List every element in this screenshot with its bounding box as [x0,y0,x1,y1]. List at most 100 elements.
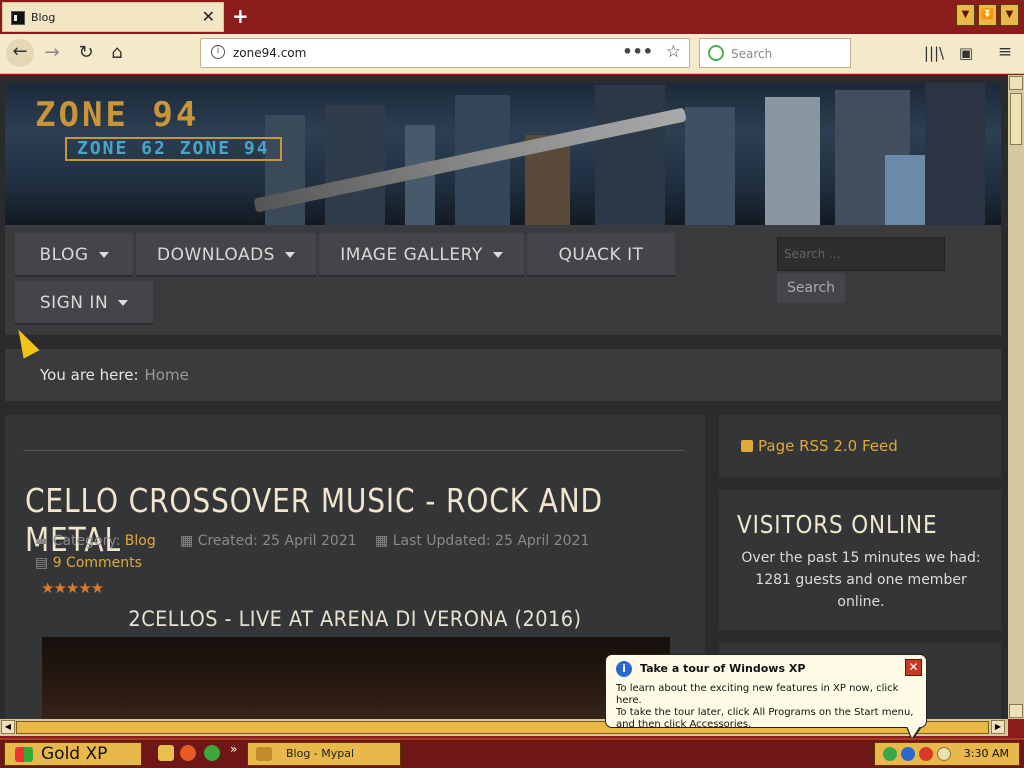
menu-sign-in-label: SIGN IN [39,293,109,313]
security-tray-icon[interactable] [919,747,933,761]
balloon-tail-inner [907,726,920,738]
folder-quicklaunch-icon[interactable] [158,745,174,761]
tab-bar: Blog ✕ + ▼ ⏬ ▼ [0,0,1024,34]
balloon-line-1: To learn about the exciting new features… [616,683,899,706]
rss-icon [741,440,753,452]
scroll-up-button[interactable] [1009,76,1023,90]
menu-sign-in[interactable]: SIGN IN [15,281,153,325]
navigation-toolbar: ← → ↻ ⌂ i zone94.com ••• ☆ Search |||\ ▣… [0,34,1024,74]
vertical-scrollbar[interactable] [1008,75,1024,719]
site-search-input[interactable]: Search ... [777,237,945,271]
chevron-down-icon [98,252,109,258]
video-title: 2CELLOS - LIVE AT ARENA DI VERONA (2016) [128,607,582,631]
rss-label: Page RSS 2.0 Feed [758,437,898,455]
network-tray-icon[interactable] [883,747,897,761]
chevron-down-icon [284,252,295,258]
breadcrumb-home[interactable]: Home [145,366,189,384]
close-window-button[interactable]: ▼ [1000,4,1019,26]
library-icon[interactable]: |||\ [922,44,946,62]
browser-search-input[interactable]: Search [699,38,851,68]
menu-quack-it[interactable]: QUACK IT [527,233,675,277]
taskbar: Gold XP » Blog - Mypal 3:30 AM [0,738,1024,768]
home-button[interactable]: ⌂ [105,42,129,63]
article-comments[interactable]: ▤ 9 Comments [35,555,142,571]
folder-icon: ▬ [35,533,53,549]
chevron-down-icon [492,252,503,258]
task-blog-mypal[interactable]: Blog - Mypal [247,742,401,766]
firefox-quicklaunch-icon[interactable] [180,745,196,761]
calendar-icon: ▦ [375,533,393,549]
minimize-button[interactable]: ▼ [956,4,975,26]
info-icon: i [616,661,632,677]
mypal-icon [256,747,272,761]
comments-link[interactable]: 9 Comments [53,555,142,571]
breadcrumb-label: You are here: [40,366,139,384]
system-tray: 3:30 AM [874,742,1020,766]
windows-tour-balloon[interactable]: i Take a tour of Windows XP ✕ To learn a… [605,654,927,741]
back-button[interactable]: ← [6,39,34,67]
scroll-thumb[interactable] [1010,93,1022,145]
favicon-icon [11,11,25,25]
url-bar[interactable]: i zone94.com ••• ☆ [200,38,690,68]
tab-blog[interactable]: Blog ✕ [2,2,224,32]
url-text: zone94.com [233,46,307,60]
balloon-line-2: To take the tour later, click All Progra… [616,707,914,718]
menu-downloads[interactable]: DOWNLOADS [136,233,316,277]
article-created: ▦ Created: 25 April 2021 [180,533,357,549]
rating-stars[interactable]: ★★★★★ [41,579,104,597]
site-search-button[interactable]: Search [777,273,845,303]
article: CELLO CROSSOVER MUSIC - ROCK AND METAL ▬… [5,415,705,719]
menu-image-gallery[interactable]: IMAGE GALLERY [319,233,524,277]
chevron-down-icon [118,300,129,306]
close-tab-icon[interactable]: ✕ [202,7,215,26]
visitors-title: VISITORS ONLINE [737,510,938,539]
site-logo[interactable]: ZONE 94 [35,95,199,135]
breadcrumb: You are here: Home [5,349,1001,401]
search-placeholder: Search [731,47,773,61]
windows-flag-icon [15,747,33,762]
start-button[interactable]: Gold XP [4,742,142,766]
restore-button[interactable]: ⏬ [978,4,997,26]
new-tab-button[interactable]: + [232,4,249,28]
scroll-down-button[interactable] [1009,704,1023,718]
category-link[interactable]: Blog [125,533,156,549]
browser-window: Blog ✕ + ▼ ⏬ ▼ ← → ↻ ⌂ i zone94.com ••• … [0,0,1024,738]
category-label: Category: [52,533,121,549]
article-updated: ▦ Last Updated: 25 April 2021 [375,533,589,549]
clock-tray-icon[interactable] [937,747,951,761]
video-player[interactable] [42,637,670,719]
menu-blog[interactable]: BLOG [15,233,133,277]
scroll-left-button[interactable]: ◀ [1,720,15,734]
created-date: Created: 25 April 2021 [197,533,357,549]
web-page: ZONE 94 ZONE 62 ZONE 94 BLOG DOWNLOADS I… [0,75,1008,719]
search-engine-icon[interactable] [708,45,724,61]
site-menu: BLOG DOWNLOADS IMAGE GALLERY QUACK IT SI… [5,225,1001,335]
tab-title: Blog [31,11,56,24]
menu-blog-label: BLOG [39,245,89,265]
sidebar-icon[interactable]: ▣ [954,44,978,62]
menu-downloads-label: DOWNLOADS [157,245,275,265]
menu-image-gallery-label: IMAGE GALLERY [340,245,483,265]
site-logo-sub: ZONE 62 ZONE 94 [65,137,282,161]
divider [23,450,685,451]
page-actions-icon[interactable]: ••• [622,42,653,61]
task-label: Blog - Mypal [286,747,355,760]
site-banner: ZONE 94 ZONE 62 ZONE 94 [5,83,1001,225]
menu-icon[interactable]: ≡ [993,42,1017,62]
updated-date: Last Updated: 25 April 2021 [392,533,590,549]
close-balloon-button[interactable]: ✕ [905,659,922,676]
balloon-body: To learn about the exciting new features… [616,683,926,731]
clock[interactable]: 3:30 AM [964,747,1009,760]
comment-icon: ▤ [35,555,53,571]
reload-button[interactable]: ↻ [74,42,98,63]
utorrent-quicklaunch-icon[interactable] [204,745,220,761]
forward-button[interactable]: → [40,42,64,63]
article-category: ▬ Category: Blog [35,533,156,549]
info-tray-icon[interactable] [901,747,915,761]
scroll-right-button[interactable]: ▶ [991,720,1005,734]
quicklaunch-more-icon[interactable]: » [230,742,237,756]
visitors-online-panel: VISITORS ONLINE Over the past 15 minutes… [719,490,1001,630]
rss-feed-link[interactable]: Page RSS 2.0 Feed [719,415,1001,477]
bookmark-star-icon[interactable]: ☆ [666,42,681,62]
info-icon[interactable]: i [211,45,225,59]
